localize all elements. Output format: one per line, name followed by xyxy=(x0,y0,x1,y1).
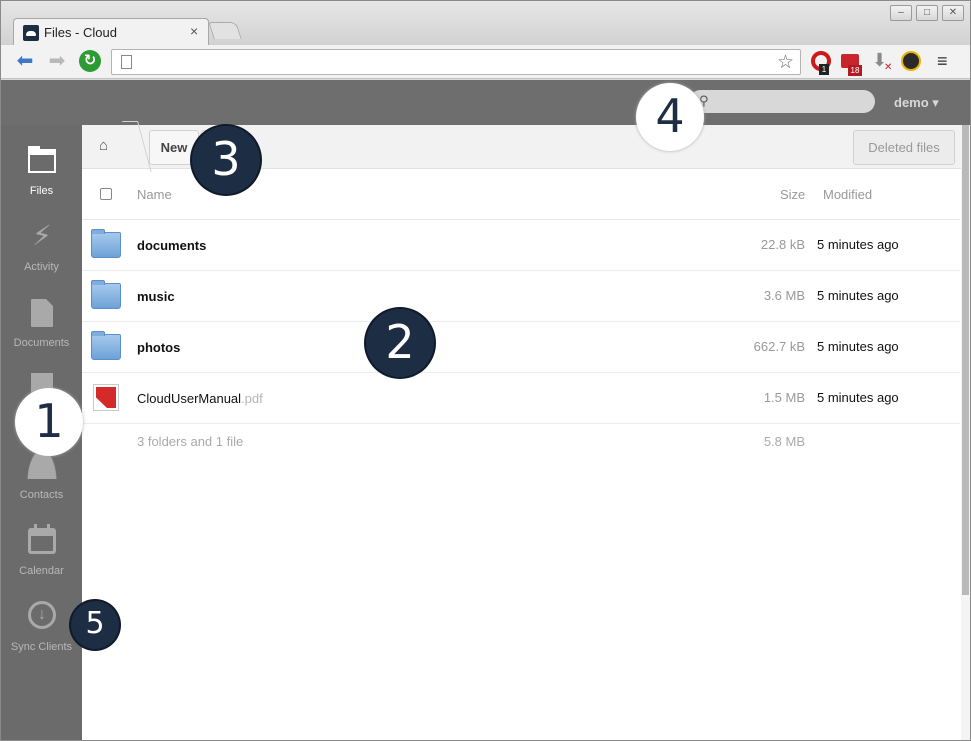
minimize-icon[interactable]: – xyxy=(890,5,912,21)
file-name[interactable]: music xyxy=(137,289,175,304)
sidebar-item-label: Calendar xyxy=(19,565,64,577)
table-row[interactable]: music 3.6 MB 5 minutes ago xyxy=(82,271,960,322)
sidebar-item-files[interactable]: Files xyxy=(1,145,82,215)
sidebar-item-calendar[interactable]: Calendar xyxy=(1,524,82,595)
callout-3: 3 xyxy=(192,126,260,194)
column-header-name[interactable]: Name xyxy=(137,187,172,202)
window-controls: – □ ✕ xyxy=(890,5,964,21)
title-bar: Files - Cloud × – □ ✕ xyxy=(1,1,970,45)
back-arrow-icon[interactable]: ⬅ xyxy=(13,50,37,74)
document-icon xyxy=(31,299,53,327)
close-window-icon[interactable]: ✕ xyxy=(942,5,964,21)
page-icon xyxy=(121,55,132,69)
home-icon: ⌂ xyxy=(99,137,109,154)
column-header-modified[interactable]: Modified xyxy=(823,187,872,202)
file-size: 3.6 MB xyxy=(763,288,805,303)
file-modified: 5 minutes ago xyxy=(817,390,899,405)
callout-5: 5 xyxy=(71,601,119,649)
sidebar-item-label: Sync Clients xyxy=(10,641,73,653)
table-row[interactable]: photos 662.7 kB 5 minutes ago xyxy=(82,322,960,373)
file-name[interactable]: CloudUserManual.pdf xyxy=(137,391,263,406)
new-tab-button[interactable] xyxy=(208,22,242,39)
file-summary: 3 folders and 1 file 5.8 MB xyxy=(82,424,960,460)
menu-icon[interactable]: ≡ xyxy=(937,51,948,72)
scrollbar-thumb[interactable] xyxy=(962,125,969,595)
callout-4: 4 xyxy=(636,83,704,151)
folder-icon xyxy=(28,146,56,173)
callout-2: 2 xyxy=(366,309,434,377)
opera-extension-badge: 1 xyxy=(819,64,829,75)
address-bar[interactable]: ☆ xyxy=(111,49,801,75)
maximize-icon[interactable]: □ xyxy=(916,5,938,21)
pdf-icon xyxy=(93,384,119,411)
mail-extension-badge: 18 xyxy=(848,65,862,76)
lightning-icon: ⚡ xyxy=(32,220,52,251)
search-input[interactable]: ⚲ xyxy=(689,90,875,113)
sidebar-item-label: Contacts xyxy=(19,489,64,501)
sidebar-item-label: Activity xyxy=(24,261,59,273)
sidebar-item-sync-clients[interactable]: ↓ Sync Clients xyxy=(1,601,82,671)
file-extension: .pdf xyxy=(241,391,263,406)
tab-title: Files - Cloud xyxy=(44,25,117,40)
file-size: 22.8 kB xyxy=(760,237,805,252)
file-name[interactable]: documents xyxy=(137,238,206,253)
file-modified: 5 minutes ago xyxy=(817,339,899,354)
file-modified: 5 minutes ago xyxy=(817,237,899,252)
sidebar-item-label: Documents xyxy=(13,337,70,349)
file-list: Name Size Modified documents 22.8 kB 5 m… xyxy=(82,169,960,460)
summary-size: 5.8 MB xyxy=(763,434,805,449)
folder-icon xyxy=(91,229,121,258)
summary-text: 3 folders and 1 file xyxy=(137,434,244,449)
cloud-app: ⚲ demo ▾ Files ⚡ Activity Documents Cont… xyxy=(1,80,970,740)
select-all-checkbox[interactable] xyxy=(100,188,112,200)
deleted-files-button[interactable]: Deleted files xyxy=(853,130,955,165)
browser-tab[interactable]: Files - Cloud × xyxy=(13,18,209,45)
table-row[interactable]: CloudUserManual.pdf 1.5 MB 5 minutes ago xyxy=(82,373,960,424)
close-tab-icon[interactable]: × xyxy=(190,23,198,39)
bookmark-star-icon[interactable]: ☆ xyxy=(777,51,794,74)
app-header: ⚲ demo ▾ xyxy=(1,80,970,125)
sidebar-item-documents[interactable]: Documents xyxy=(1,297,82,367)
folder-icon xyxy=(91,331,121,360)
browser-window: Files - Cloud × – □ ✕ ⬅ ➡ ↻ ☆ 1 18 ⬇ ✕ ≡… xyxy=(0,0,971,741)
table-row[interactable]: documents 22.8 kB 5 minutes ago xyxy=(82,220,960,271)
file-basename: CloudUserManual xyxy=(137,391,242,406)
callout-1: 1 xyxy=(15,388,83,456)
sidebar-item-label: Files xyxy=(29,185,54,197)
forward-arrow-icon[interactable]: ➡ xyxy=(45,50,69,74)
reload-icon[interactable]: ↻ xyxy=(79,50,101,72)
download-error-icon: ✕ xyxy=(884,62,893,73)
home-extension-icon[interactable] xyxy=(901,51,921,71)
file-size: 662.7 kB xyxy=(753,339,805,354)
calendar-icon xyxy=(28,524,56,554)
file-size: 1.5 MB xyxy=(763,390,805,405)
folder-icon xyxy=(91,280,121,309)
scrollbar[interactable] xyxy=(961,125,970,740)
sidebar-item-contacts[interactable]: Contacts xyxy=(1,449,82,519)
file-modified: 5 minutes ago xyxy=(817,288,899,303)
column-header-size[interactable]: Size xyxy=(780,187,805,202)
user-menu[interactable]: demo ▾ xyxy=(894,95,939,111)
sidebar-item-activity[interactable]: ⚡ Activity xyxy=(1,221,82,291)
browser-toolbar: ⬅ ➡ ↻ ☆ 1 18 ⬇ ✕ ≡ xyxy=(1,45,970,79)
cloud-icon xyxy=(23,25,39,41)
file-name[interactable]: photos xyxy=(137,340,180,355)
download-icon: ↓ xyxy=(28,601,56,629)
